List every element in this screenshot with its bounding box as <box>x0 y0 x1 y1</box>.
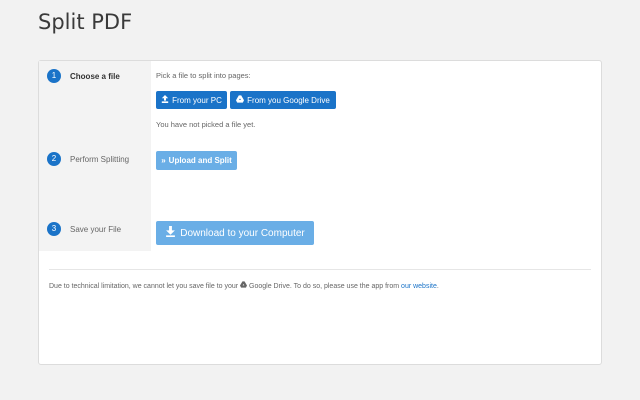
step-number-badge: 2 <box>47 152 61 166</box>
step-number-badge: 1 <box>47 69 61 83</box>
file-status-text: You have not picked a file yet. <box>156 120 256 129</box>
pick-file-label: Pick a file to split into pages: <box>156 71 251 80</box>
google-drive-icon <box>236 95 245 105</box>
footer-text-after: . <box>436 283 439 290</box>
step-label: Save your File <box>70 224 122 234</box>
from-google-drive-label: From you Google Drive <box>247 95 330 105</box>
upload-icon <box>161 95 169 105</box>
download-to-computer-button[interactable]: Download to your Computer <box>156 221 314 245</box>
from-pc-label: From your PC <box>172 95 222 105</box>
google-drive-icon <box>240 281 249 290</box>
step-save-file: 3 Save your File <box>47 222 121 236</box>
step-label: Perform Splitting <box>70 154 130 164</box>
page-title: Split PDF <box>38 10 133 34</box>
download-to-computer-label: Download to your Computer <box>180 227 305 239</box>
upload-and-split-label: Upload and Split <box>168 156 232 165</box>
upload-and-split-button[interactable]: » Upload and Split <box>156 151 237 170</box>
from-google-drive-button[interactable]: From you Google Drive <box>230 91 336 109</box>
our-website-link[interactable]: our website <box>401 283 437 290</box>
from-pc-button[interactable]: From your PC <box>156 91 227 109</box>
split-pdf-card: 1 Choose a file 2 Perform Splitting 3 Sa… <box>38 60 602 365</box>
double-chevron-right-icon: » <box>161 156 166 165</box>
download-icon <box>165 226 176 240</box>
footer-text-before: Due to technical limitation, we cannot l… <box>49 283 239 290</box>
step-choose-file: 1 Choose a file <box>47 69 120 83</box>
step-number-badge: 3 <box>47 222 61 236</box>
steps-sidebar: 1 Choose a file 2 Perform Splitting 3 Sa… <box>39 61 151 251</box>
step-perform-splitting: 2 Perform Splitting <box>47 152 129 166</box>
step-label: Choose a file <box>70 71 120 81</box>
divider <box>49 269 591 270</box>
footer-text-middle: Google Drive. To do so, please use the a… <box>249 283 400 290</box>
footer-note: Due to technical limitation, we cannot l… <box>49 281 439 290</box>
